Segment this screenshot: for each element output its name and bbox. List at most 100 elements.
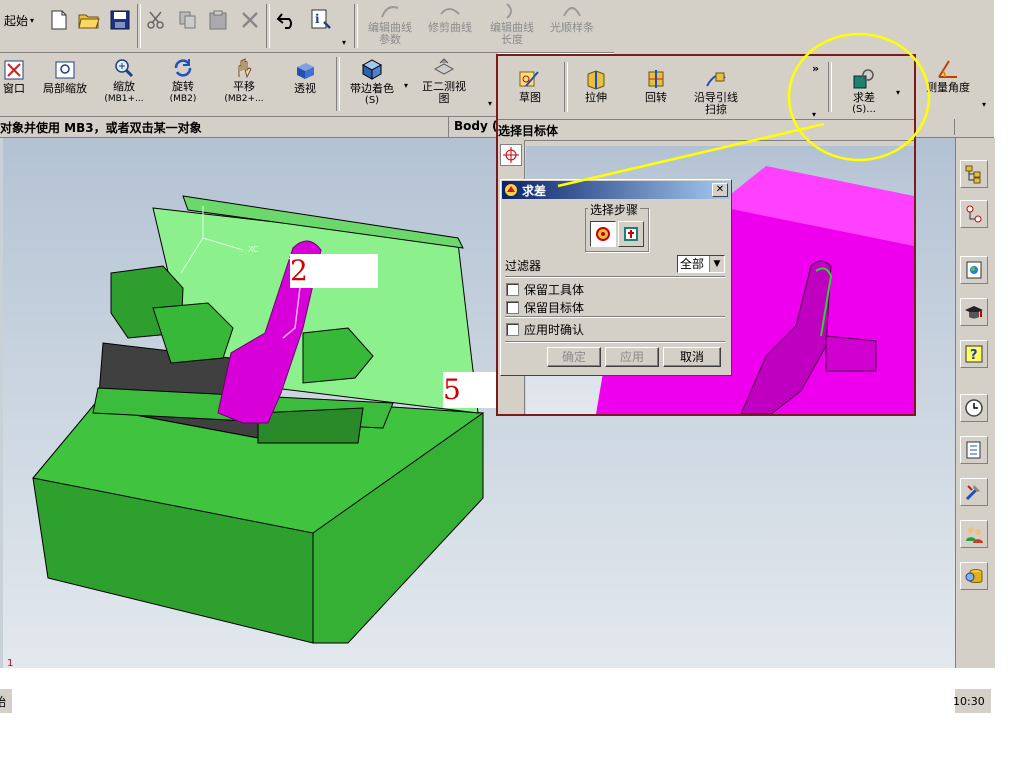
filter-select[interactable]: 全部 ▼ [677,255,725,273]
chevron-down-icon[interactable]: ▾ [488,99,492,108]
top-toolbar: 起始 ▾ i ▾ 编辑曲线 参数 修剪曲线 编辑曲线 长度 光顺样条 [0,0,614,53]
apply-button[interactable]: 应用 [605,347,659,367]
chevron-down-icon[interactable]: ▾ [812,110,816,119]
measure-angle-button[interactable]: 测量角度 [920,58,976,94]
extrude-icon [587,70,605,90]
xc-axis-label: XC [248,245,259,254]
sketch-label: 草图 [519,91,541,104]
subtract-icon [853,69,874,89]
filter-select-value: 全部 [680,257,705,271]
fit-window-label: 窗口 [3,82,25,95]
trim-curve-button[interactable]: 修剪曲线 [422,2,478,34]
keep-tool-body-checkbox[interactable]: 保留工具体 [506,281,584,298]
tool-body-icon [624,227,638,241]
start-menu-button[interactable]: 起始 ▾ [4,12,34,29]
history-clock-icon[interactable] [960,394,988,422]
paste-icon[interactable] [208,10,228,33]
sweep-sub: 扫掠 [705,103,727,116]
chevron-down-icon[interactable]: ▾ [342,38,346,47]
smooth-spline-button[interactable]: 光顺样条 [544,2,600,34]
rotate-sub: (MB2) [169,94,197,104]
fit-window-button[interactable]: 窗口 [0,59,34,95]
extrude-label: 拉伸 [585,91,607,104]
zoom-label: 缩放 [113,80,135,93]
cut-icon[interactable] [146,10,166,33]
smooth-spline-icon [563,7,581,17]
new-file-icon[interactable] [50,10,68,33]
part-navigator-icon[interactable] [960,200,988,228]
shaded-with-edges-sub: (S) [364,95,380,106]
extrude-button[interactable]: 拉伸 [574,68,618,104]
system-materials-icon[interactable] [960,562,988,590]
dialog-app-icon [505,184,517,196]
undo-icon[interactable] [276,10,298,33]
copy-icon[interactable] [178,10,198,33]
pan-label: 平移 [233,80,255,93]
edit-curve-length-button[interactable]: 编辑曲线 长度 [482,2,542,46]
information-icon[interactable]: i [310,8,334,35]
rotate-button[interactable]: 旋转 (MB2) [160,57,206,105]
trim-curve-label: 修剪曲线 [428,21,472,34]
snap-point-icon[interactable] [500,144,522,166]
edit-curve-parameters-button[interactable]: 编辑曲线 参数 [360,2,420,46]
prompt-text: 对象并使用 MB3，或者双击某一对象 [0,121,202,135]
target-body-icon [596,227,610,241]
subtract-button[interactable]: 求差 (S)... [840,68,888,116]
checkbox-box [506,283,519,296]
user-roles-icon[interactable] [960,520,988,548]
shaded-with-edges-button[interactable]: 带边着色 (S) [344,57,400,107]
perspective-label: 透视 [294,82,316,95]
svg-text:i: i [315,12,320,26]
assembly-navigator-icon[interactable] [960,160,988,188]
save-icon[interactable] [110,10,130,33]
dropdown-arrow-icon: ▾ [30,16,35,25]
keep-target-body-checkbox[interactable]: 保留目标体 [506,299,584,316]
dropdown-arrow-icon[interactable]: ▾ [404,81,408,90]
clock: 10:30 [953,695,985,708]
revolve-button[interactable]: 回转 [634,68,678,104]
chevron-down-icon: ▼ [709,256,724,272]
trimetric-view-button[interactable]: 正二测视 图 [416,57,472,105]
dialog-titlebar[interactable]: 求差 ✕ [502,181,730,199]
pan-button[interactable]: 平移 (MB2+... [218,57,270,105]
roles-tools-icon[interactable] [960,478,988,506]
tool-body-step-button[interactable] [618,221,644,247]
chevron-down-icon[interactable]: ▾ [982,100,986,109]
toolbar-separator [336,57,340,111]
delete-icon[interactable] [240,10,260,33]
dialog-close-button[interactable]: ✕ [712,183,728,197]
perspective-button[interactable]: 透视 [284,59,326,95]
rotate-label: 旋转 [172,80,194,93]
viewport-corner-digit: 1 [7,658,14,669]
help-icon[interactable]: ? [960,340,988,368]
zoom-button[interactable]: 缩放 (MB1+... [98,57,150,105]
shaded-cube-icon [361,59,383,80]
inset-prompt-bar: 选择目标体 [498,119,914,141]
toolbar-separator [266,4,270,48]
sketch-button[interactable]: 草图 [508,68,552,104]
view-toolbar: 窗口 局部缩放 缩放 (MB1+... 旋转 (MB2) 平移 (MB2+...… [0,53,498,117]
toolbar-overflow-icon[interactable]: » [812,62,819,75]
dialog-separator [505,276,725,278]
ok-button[interactable]: 确定 [547,347,601,367]
taskbar-left-fragment[interactable]: 始 [0,688,12,713]
status-divider [448,117,449,137]
confirm-on-apply-checkbox[interactable]: 应用时确认 [506,321,584,338]
toolbar-separator [564,62,568,112]
sweep-icon [706,72,726,87]
toolbar-gap [614,0,994,54]
process-studio-icon[interactable] [960,436,988,464]
target-body-step-button[interactable] [590,221,616,247]
checkbox-box [506,323,519,336]
training-icon[interactable] [960,298,988,326]
cancel-button[interactable]: 取消 [663,347,721,367]
web-browser-icon[interactable] [960,256,988,284]
sweep-along-guide-button[interactable]: 沿导引线 扫掠 [688,68,744,116]
dropdown-arrow-icon[interactable]: ▾ [896,88,900,97]
open-folder-icon[interactable] [78,10,100,33]
measure-angle-label: 测量角度 [926,81,970,94]
selection-steps-label: 选择步骤 [588,201,641,218]
filter-label: 过滤器 [505,259,542,273]
zoom-window-button[interactable]: 局部缩放 [38,59,92,95]
revolve-label: 回转 [645,91,667,104]
